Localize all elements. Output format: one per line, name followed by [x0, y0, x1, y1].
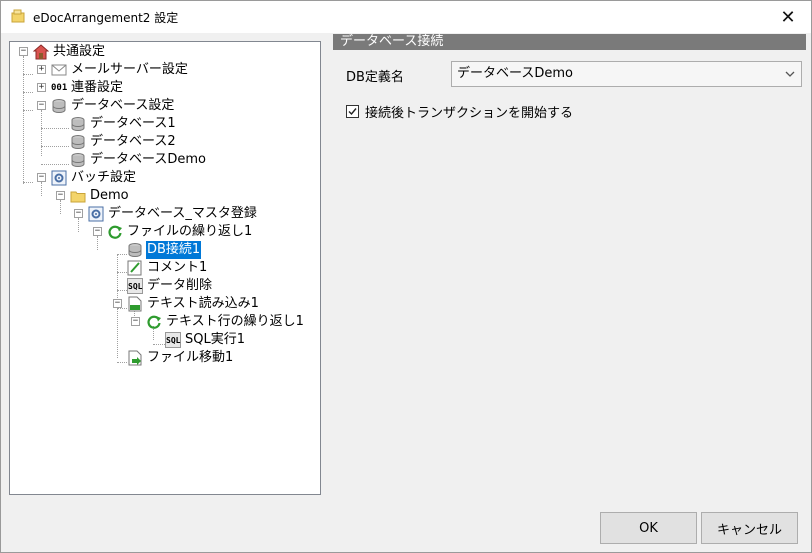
chevron-down-icon — [785, 62, 795, 95]
tree-line — [117, 272, 127, 273]
tree-line — [153, 344, 165, 345]
tree-line — [23, 92, 33, 93]
tree-item-common-settings[interactable]: 共通設定 — [33, 43, 106, 61]
collapse-toggle[interactable]: − — [93, 227, 102, 236]
database-icon — [70, 152, 86, 168]
collapse-toggle[interactable]: − — [113, 299, 122, 308]
tree-item-file-loop[interactable]: ファイルの繰り返し1 — [107, 223, 253, 241]
settings-tree[interactable]: − + + − − − − − − − 共通設定 メールサーバー設定 001 連… — [9, 41, 321, 495]
tree-line — [117, 362, 127, 363]
ok-button[interactable]: OK — [600, 512, 697, 544]
sql-icon: SQL — [165, 332, 181, 348]
database-icon — [70, 134, 86, 150]
close-icon[interactable]: ✕ — [765, 1, 811, 33]
tree-line — [117, 308, 127, 309]
tree-line — [117, 254, 127, 255]
tree-item-master-registration[interactable]: データベース_マスタ登録 — [88, 205, 258, 223]
tree-item-batch-settings[interactable]: バッチ設定 — [51, 169, 137, 187]
collapse-toggle[interactable]: − — [74, 209, 83, 218]
tree-line — [23, 56, 24, 184]
section-header: データベース接続 — [333, 34, 806, 50]
expand-toggle[interactable]: + — [37, 65, 46, 74]
loop-icon — [146, 314, 162, 330]
database-icon — [70, 116, 86, 132]
tree-item-data-delete[interactable]: SQL データ削除 — [127, 277, 213, 295]
start-transaction-label: 接続後トランザクションを開始する — [365, 106, 574, 121]
tree-item-comment[interactable]: コメント1 — [127, 259, 208, 277]
database-icon — [51, 98, 67, 114]
cancel-button[interactable]: キャンセル — [701, 512, 798, 544]
tree-item-database-settings[interactable]: データベース設定 — [51, 97, 175, 115]
tree-item-demo-folder[interactable]: Demo — [70, 187, 130, 205]
tree-item-mail-server[interactable]: メールサーバー設定 — [51, 61, 189, 79]
tree-item-sql-execute[interactable]: SQL SQL実行1 — [165, 331, 246, 349]
tree-item-database-1[interactable]: データベース1 — [70, 115, 177, 133]
tree-item-database-demo[interactable]: データベースDemo — [70, 151, 207, 169]
tree-line — [41, 128, 69, 129]
batch-gear-icon — [88, 206, 104, 222]
collapse-toggle[interactable]: − — [37, 101, 46, 110]
tree-line — [60, 200, 61, 214]
tree-line — [41, 164, 69, 165]
tree-line — [41, 110, 42, 156]
sql-icon: SQL — [127, 278, 143, 294]
tree-line — [41, 146, 69, 147]
serial-number-icon: 001 — [51, 83, 68, 93]
tree-item-database-2[interactable]: データベース2 — [70, 133, 177, 151]
collapse-toggle[interactable]: − — [56, 191, 65, 200]
house-icon — [33, 44, 49, 60]
start-transaction-checkbox[interactable] — [346, 105, 359, 118]
title-bar: eDocArrangement2 設定 ✕ — [1, 1, 811, 33]
folder-icon — [70, 188, 86, 204]
settings-window: eDocArrangement2 設定 ✕ − + + − − − − − − … — [0, 0, 812, 553]
tree-line — [41, 182, 42, 196]
tree-line — [23, 74, 33, 75]
db-definition-label: DB定義名 — [346, 70, 404, 85]
tree-line — [23, 182, 33, 183]
tree-line — [97, 236, 98, 250]
comment-pencil-icon — [127, 260, 143, 276]
tree-line — [117, 290, 127, 291]
tree-item-text-line-loop[interactable]: テキスト行の繰り返し1 — [146, 313, 305, 331]
collapse-toggle[interactable]: − — [131, 317, 140, 326]
tree-item-serial-number[interactable]: 001 連番設定 — [51, 79, 124, 97]
tree-line — [23, 110, 33, 111]
db-definition-value: データベースDemo — [457, 66, 573, 81]
start-transaction-option[interactable]: 接続後トランザクションを開始する — [346, 102, 573, 121]
collapse-toggle[interactable]: − — [19, 47, 28, 56]
tree-line — [78, 218, 79, 232]
database-icon — [127, 242, 143, 258]
tree-item-file-move[interactable]: ファイル移動1 — [127, 349, 234, 367]
mail-icon — [51, 62, 67, 78]
loop-icon — [107, 224, 123, 240]
selected-tree-label: DB接続1 — [146, 241, 202, 259]
app-folder-icon — [11, 9, 25, 23]
tree-item-text-read[interactable]: テキスト読み込み1 — [127, 295, 260, 313]
collapse-toggle[interactable]: − — [37, 173, 46, 182]
batch-gear-icon — [51, 170, 67, 186]
db-definition-select[interactable]: データベースDemo — [451, 61, 802, 87]
tree-item-db-connect[interactable]: DB接続1 — [127, 241, 202, 259]
window-title: eDocArrangement2 設定 — [33, 11, 179, 25]
file-move-icon — [127, 350, 143, 366]
expand-toggle[interactable]: + — [37, 83, 46, 92]
text-file-icon — [127, 296, 143, 312]
